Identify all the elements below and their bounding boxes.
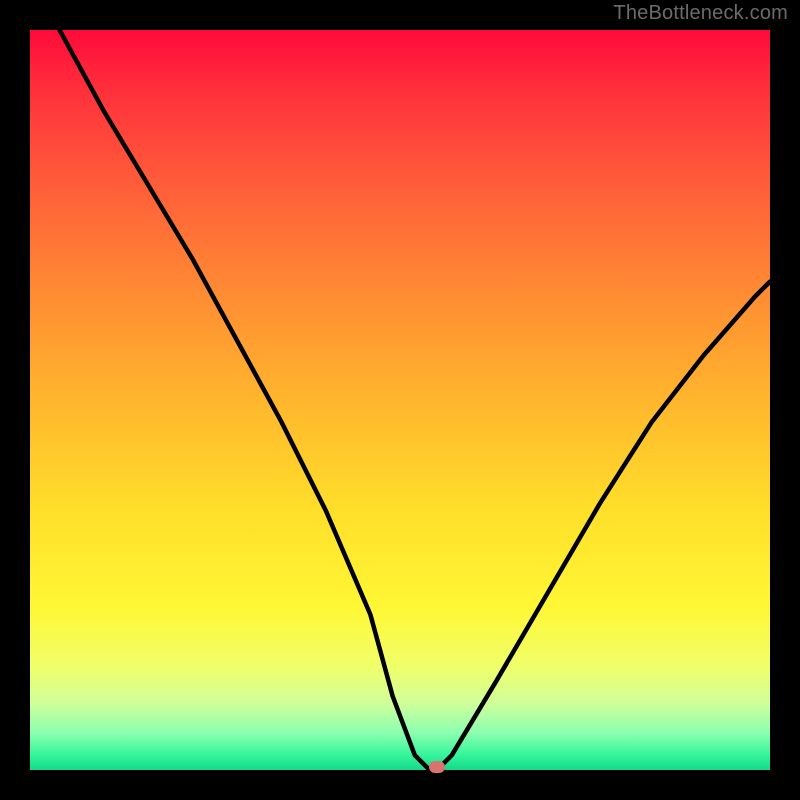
optimum-point-marker xyxy=(429,761,445,773)
bottleneck-curve xyxy=(30,30,770,770)
chart-frame: TheBottleneck.com xyxy=(0,0,800,800)
bottleneck-curve-line xyxy=(60,30,770,770)
watermark-text: TheBottleneck.com xyxy=(613,2,788,25)
plot-area xyxy=(30,30,770,770)
